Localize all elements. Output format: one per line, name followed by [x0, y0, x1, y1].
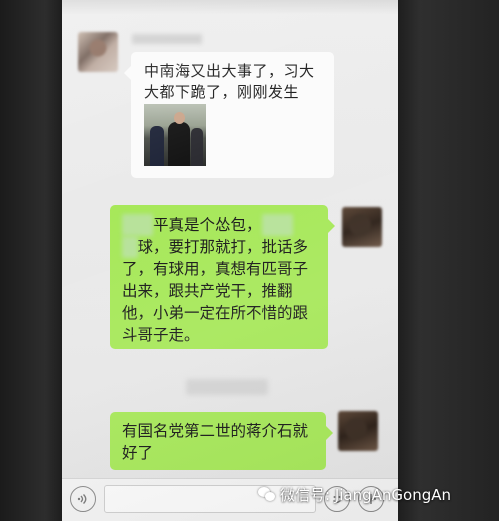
incoming-message-bubble[interactable]: 中南海又出大事了，习大大都下跪了，刚刚发生的!...: [124, 52, 334, 178]
redacted-text: 习近: [122, 214, 154, 236]
sender-name: [132, 34, 202, 44]
thumbnail-figure-head: [174, 112, 185, 124]
chat-screen: 中南海又出大事了，习大大都下跪了，刚刚发生的!... 习近平真是个怂包，踢不好球…: [62, 0, 398, 521]
timestamp-pill: [186, 379, 268, 395]
avatar[interactable]: [338, 411, 378, 451]
avatar[interactable]: [342, 207, 382, 247]
voice-icon[interactable]: [70, 486, 96, 512]
outgoing-message-text: 球，要打那就打，批话多了，有球用，真想有匹哥子出来，跟共产党干，推翻他，小弟一定…: [122, 238, 309, 344]
redacted-text: 好: [122, 236, 138, 258]
thumbnail-figure: [168, 122, 190, 166]
thumbnail-figure: [150, 126, 164, 166]
outgoing-message-text: 平真是个怂包，: [153, 216, 262, 234]
thumbnail-figure: [191, 128, 203, 166]
outgoing-message-bubble[interactable]: 有国名党第二世的蒋介石就好了: [110, 412, 333, 470]
news-thumbnail-image[interactable]: [144, 104, 206, 166]
outgoing-message-bubble[interactable]: 习近平真是个怂包，踢不好球，要打那就打，批话多了，有球用，真想有匹哥子出来，跟共…: [110, 205, 335, 349]
outgoing-message-text: 有国名党第二世的蒋介石就好了: [122, 422, 309, 462]
avatar[interactable]: [78, 32, 118, 72]
wechat-watermark: 微信号: JiangAnGongAn: [258, 483, 451, 507]
wechat-logo-icon: [258, 487, 276, 503]
redacted-text: 踢不: [261, 214, 293, 236]
watermark-text: 微信号: JiangAnGongAn: [280, 486, 451, 504]
status-bar: [62, 0, 398, 14]
